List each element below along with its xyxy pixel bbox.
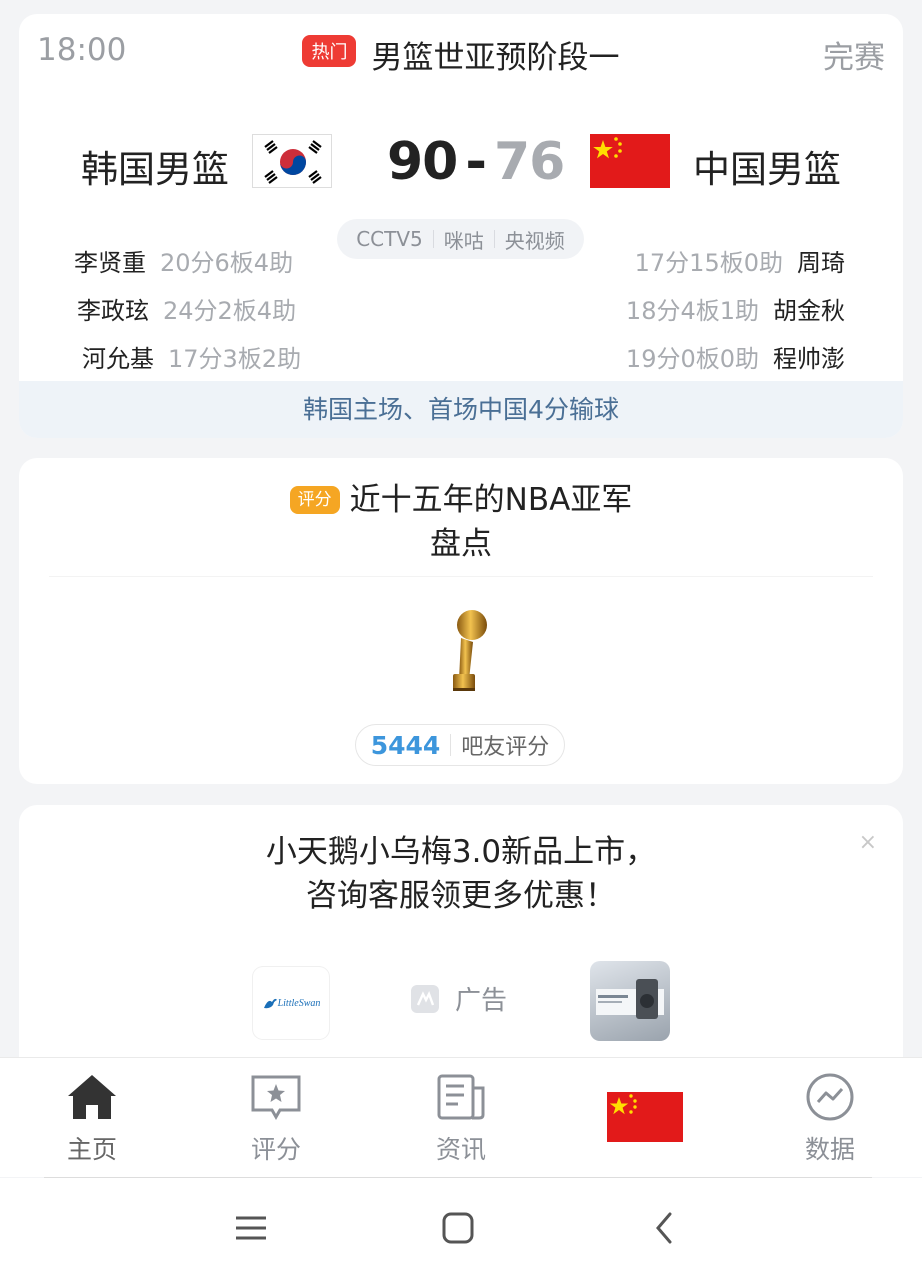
ad-line-1: 小天鹅小乌梅3.0新品上市， [265,834,657,870]
nav-item-china-flag[interactable] [607,1092,683,1142]
away-score: 76 [493,132,565,192]
rating-title-line2: 盘点 [430,526,492,562]
rating-count-label: 吧友评分 [461,735,550,760]
away-player-row[interactable]: 19分0板0助 程帅澎 [626,339,845,374]
rating-count: 5444 [370,730,441,760]
advertiser-logo-text: LittleSwan [277,997,321,1009]
hot-badge: 热门 [302,34,357,67]
nav-label-data: 数据 [804,1135,855,1164]
player-stat: 17分15板0助 [634,249,783,277]
player-name: 胡金秋 [773,297,845,325]
player-name: 河允基 [82,345,154,373]
rating-badge: 评分 [289,486,340,514]
channel-cctv-video[interactable]: 央视频 [495,225,575,254]
swan-icon [263,998,277,1009]
ad-close-button[interactable]: × [859,830,877,855]
news-icon [437,1074,485,1120]
away-player-row[interactable]: 18分4板1助 胡金秋 [626,291,845,326]
player-stat: 19分0板0助 [625,345,759,373]
player-name: 李政玹 [77,297,149,325]
channel-migu[interactable]: 咪咕 [434,225,494,254]
player-name: 李贤重 [74,249,146,277]
home-player-row[interactable]: 河允基 17分3板2助 [82,339,301,374]
home-icon [68,1075,116,1119]
nav-item-data[interactable]: 数据 [775,1072,885,1166]
rating-card[interactable]: 评分 近十五年的NBA亚军 盘点 5444 吧友评分 [19,458,903,784]
player-stat: 18分4板1助 [625,297,759,325]
home-player-row[interactable]: 李贤重 20分6板4助 [74,243,293,278]
broadcast-channels[interactable]: CCTV5 咪咕 央视频 [337,219,584,259]
ad-mark-icon [411,984,439,1013]
divider [49,576,873,577]
nav-item-home[interactable]: 主页 [37,1072,147,1166]
nav-item-rating[interactable]: 评分 [221,1072,331,1166]
rating-count-pill[interactable]: 5444 吧友评分 [355,724,565,766]
match-card[interactable]: 18:00 热门 男篮世亚预阶段一 完赛 韩国男篮 90-76 中国男篮 李贤重… [19,14,903,438]
channel-cctv5[interactable]: CCTV5 [346,227,433,251]
home-button-icon[interactable] [440,1208,476,1252]
nav-label-news: 资讯 [435,1135,486,1164]
back-icon[interactable] [650,1208,680,1252]
ad-line-2: 咨询客服领更多优惠！ [306,878,616,914]
home-player-row[interactable]: 李政玹 24分2板4助 [77,291,296,326]
ad-thumbnail[interactable] [590,961,670,1041]
nav-label-home: 主页 [66,1135,117,1164]
match-status: 完赛 [823,40,885,76]
home-score: 90 [387,132,458,192]
bottom-nav: 主页 评分 资讯 数据 [0,1057,922,1177]
match-header: 热门 男篮世亚预阶段一 [19,32,903,77]
player-name: 周琦 [797,249,845,277]
advertiser-logo[interactable]: LittleSwan [253,967,329,1039]
home-team-name[interactable]: 韩国男篮 [81,139,229,193]
ad-mark-label: 广告 [455,986,508,1016]
nav-item-news[interactable]: 资讯 [406,1072,516,1166]
system-navigation-bar [0,1178,922,1287]
away-player-row[interactable]: 17分15板0助 周琦 [635,243,845,278]
player-stat: 20分6板4助 [160,249,294,277]
china-flag-icon [590,134,670,188]
player-stat: 17分3板2助 [168,345,302,373]
data-icon [806,1073,854,1121]
nav-label-rating: 评分 [250,1135,301,1164]
match-title: 男篮世亚预阶段一 [371,40,620,76]
ad-card[interactable]: 小天鹅小乌梅3.0新品上市， 咨询客服领更多优惠！ × LittleSwan 广… [19,805,903,1065]
score-separator: - [465,132,487,192]
score: 90-76 [387,132,565,192]
match-summary[interactable]: 韩国主场、首场中国4分输球 [19,381,903,438]
trophy-icon [443,608,493,693]
player-stat: 24分2板4助 [163,297,297,325]
rating-title-line1: 近十五年的NBA亚军 [349,482,633,518]
player-name: 程帅澎 [773,345,845,373]
away-team-name[interactable]: 中国男篮 [693,139,841,193]
ad-text: 小天鹅小乌梅3.0新品上市， 咨询客服领更多优惠！ [19,830,903,918]
rating-title: 评分 近十五年的NBA亚军 盘点 [19,478,903,566]
rating-icon [251,1075,301,1121]
recent-apps-icon[interactable] [233,1208,269,1252]
south-korea-flag-icon [252,134,332,188]
ad-label: 广告 [411,980,507,1017]
rating-divider [450,734,452,756]
